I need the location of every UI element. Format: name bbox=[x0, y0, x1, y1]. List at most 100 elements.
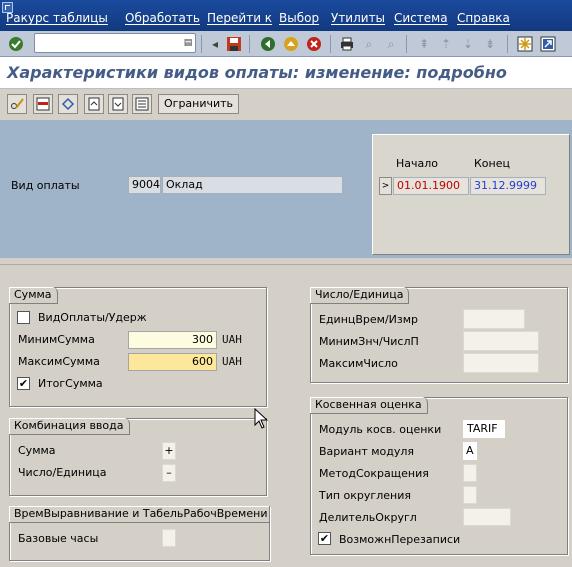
min-amount-field[interactable]: 300 bbox=[128, 331, 217, 349]
valuation-module-field[interactable]: TARIF bbox=[463, 420, 505, 438]
deduction-label: ВидОплаты/Удерж bbox=[38, 311, 147, 324]
toolbar-separator bbox=[406, 35, 407, 53]
combo-amount-label: Сумма bbox=[18, 444, 56, 457]
previous-entry-icon bbox=[88, 97, 100, 111]
max-amount-unit: UAH bbox=[222, 355, 242, 368]
exit-button[interactable] bbox=[281, 34, 301, 54]
shortcut-button[interactable] bbox=[538, 34, 558, 54]
max-amount-field[interactable]: 600 bbox=[128, 353, 217, 371]
shortcut-icon bbox=[540, 36, 556, 52]
toolbar-separator bbox=[249, 35, 250, 53]
number-unit-group: Число/Единица ЕдинцВрем/Измр МинимЗнч/Чи… bbox=[310, 287, 568, 383]
print-button[interactable] bbox=[337, 34, 357, 54]
number-unit-title: Число/Единица bbox=[310, 287, 410, 304]
end-date-field: 31.12.9999 bbox=[470, 177, 546, 195]
menu-edit[interactable]: Обработать bbox=[125, 11, 200, 25]
collapse-command-field-button[interactable]: ◂ bbox=[205, 34, 225, 54]
title-bar: Характеристики видов оплаты: изменение: … bbox=[0, 57, 572, 89]
list-icon bbox=[135, 97, 149, 111]
rounding-divisor-label: ДелительОкругл bbox=[319, 511, 417, 524]
undo-change-button[interactable] bbox=[58, 94, 78, 114]
first-page-button[interactable]: ⇞ bbox=[414, 34, 434, 54]
input-combination-group: Комбинация ввода Сумма + Число/Единица – bbox=[9, 418, 267, 496]
menu-bar: Ракурс таблицы Обработать Перейти к Выбо… bbox=[0, 0, 572, 31]
printer-icon bbox=[341, 37, 353, 51]
undo-icon bbox=[61, 97, 75, 111]
menu-utilities[interactable]: Утилиты bbox=[331, 11, 385, 25]
overwrite-checkbox[interactable]: ✔ bbox=[318, 532, 331, 545]
find-next-button[interactable]: ⌕ bbox=[381, 34, 401, 54]
min-number-field[interactable] bbox=[463, 331, 539, 351]
last-page-button[interactable]: ⇟ bbox=[480, 34, 500, 54]
combo-number-field[interactable]: – bbox=[162, 464, 176, 482]
time-evaluation-title: ВремВыравнивание и ТабельРабочВремени bbox=[9, 506, 270, 523]
amount-group-title: Сумма bbox=[9, 287, 58, 304]
rounding-divisor-field[interactable] bbox=[463, 508, 511, 526]
restrict-button[interactable]: Ограничить bbox=[158, 94, 240, 114]
next-entry-button[interactable] bbox=[108, 94, 128, 114]
base-hours-label: Базовые часы bbox=[18, 532, 99, 545]
binoculars-icon: ⌕ bbox=[365, 37, 373, 51]
start-date-field: 01.01.1900 bbox=[393, 177, 469, 195]
find-button[interactable]: ⌕ bbox=[359, 34, 379, 54]
new-session-icon bbox=[517, 36, 533, 52]
variable-list-button[interactable] bbox=[132, 94, 152, 114]
menu-selection[interactable]: Выбор bbox=[279, 11, 319, 25]
module-variant-label: Вариант модуля bbox=[319, 445, 415, 458]
period-selector-button[interactable]: > bbox=[379, 177, 392, 195]
menu-system[interactable]: Система bbox=[394, 11, 448, 25]
wage-type-text: Оклад bbox=[162, 176, 343, 194]
save-icon bbox=[227, 37, 241, 51]
back-icon bbox=[261, 37, 275, 51]
first-page-icon: ⇞ bbox=[418, 37, 430, 51]
time-unit-field[interactable] bbox=[463, 309, 525, 329]
previous-entry-button[interactable] bbox=[84, 94, 104, 114]
binoculars-plus-icon: ⌕ bbox=[387, 37, 395, 51]
toolbar-separator bbox=[507, 35, 508, 53]
combo-amount-field[interactable]: + bbox=[162, 442, 176, 460]
module-variant-field[interactable]: A bbox=[463, 442, 477, 460]
time-evaluation-group: ВремВыравнивание и ТабельРабочВремени Ба… bbox=[9, 506, 270, 561]
new-session-button[interactable] bbox=[515, 34, 535, 54]
deduction-checkbox[interactable] bbox=[17, 311, 30, 324]
min-amount-unit: UAH bbox=[222, 333, 242, 346]
display-change-button[interactable] bbox=[7, 94, 27, 114]
base-hours-field[interactable] bbox=[162, 529, 176, 547]
command-field[interactable]: ▤ bbox=[34, 33, 196, 53]
menu-table-view[interactable]: Ракурс таблицы bbox=[6, 11, 108, 25]
menu-help[interactable]: Справка bbox=[457, 11, 510, 25]
next-entry-icon bbox=[112, 97, 124, 111]
max-number-label: МаксимЧисло bbox=[319, 357, 398, 370]
cancel-button[interactable] bbox=[304, 34, 324, 54]
max-number-field[interactable] bbox=[463, 353, 539, 373]
reduction-method-field[interactable] bbox=[463, 464, 477, 482]
rounding-type-label: Тип округления bbox=[319, 489, 411, 502]
delete-entry-button[interactable] bbox=[33, 94, 53, 114]
validity-period-box: Начало Конец > 01.01.1900 31.12.9999 bbox=[372, 134, 570, 255]
next-page-button[interactable]: ⇣ bbox=[458, 34, 478, 54]
enter-button[interactable] bbox=[6, 34, 26, 54]
triangle-left-icon: ◂ bbox=[211, 37, 219, 51]
wage-type-label: Вид оплаты bbox=[11, 179, 80, 192]
delete-row-icon bbox=[36, 97, 50, 111]
back-button[interactable] bbox=[258, 34, 278, 54]
check-icon bbox=[9, 37, 23, 51]
overwrite-label: ВозможнПерезаписи bbox=[339, 533, 461, 546]
max-amount-label: МаксимСумма bbox=[18, 355, 100, 368]
command-history-icon[interactable]: ▤ bbox=[183, 37, 193, 49]
total-amount-checkbox[interactable]: ✔ bbox=[17, 377, 30, 390]
exit-icon bbox=[284, 37, 298, 51]
menu-goto[interactable]: Перейти к bbox=[207, 11, 272, 25]
cancel-icon bbox=[307, 37, 321, 51]
page-title: Характеристики видов оплаты: изменение: … bbox=[7, 63, 507, 82]
input-combination-title: Комбинация ввода bbox=[9, 418, 130, 435]
save-button[interactable] bbox=[224, 34, 244, 54]
toolbar-separator bbox=[201, 35, 202, 53]
system-toolbar: ▤ ◂ ⌕ ⌕ ⇞ ⇡ ⇣ ⇟ bbox=[0, 31, 572, 57]
start-date-label: Начало bbox=[396, 157, 439, 170]
toolbar-separator bbox=[330, 35, 331, 53]
valuation-module-label: Модуль косв. оценки bbox=[319, 423, 442, 436]
total-amount-label: ИтогСумма bbox=[38, 377, 103, 390]
rounding-type-field[interactable] bbox=[463, 486, 477, 504]
previous-page-button[interactable]: ⇡ bbox=[436, 34, 456, 54]
